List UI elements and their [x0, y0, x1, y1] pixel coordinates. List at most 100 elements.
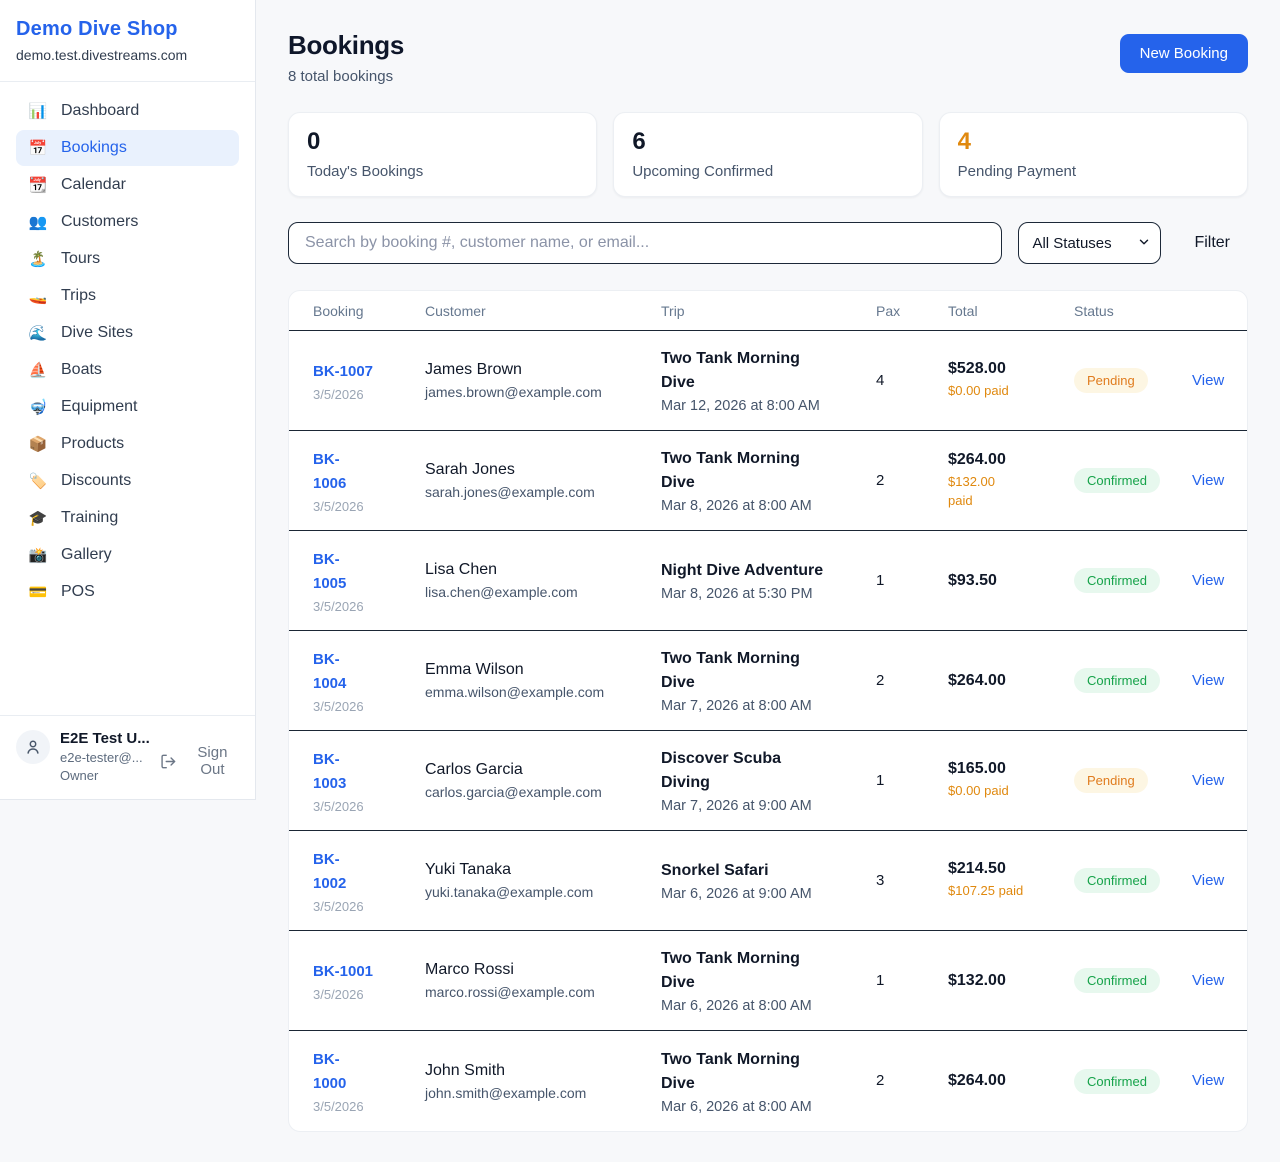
booking-id-link[interactable]: BK-1001: [313, 960, 373, 984]
sidebar-item-gallery[interactable]: 📸 Gallery: [16, 537, 239, 573]
booking-cell: BK- 1004 3/5/2026: [313, 648, 425, 714]
booking-cell: BK-1001 3/5/2026: [313, 960, 425, 1002]
sign-out-button[interactable]: Sign Out: [160, 744, 241, 778]
pax-value: 2: [876, 1072, 884, 1089]
stats-row: 0 Today's Bookings 6 Upcoming Confirmed …: [288, 112, 1248, 197]
sidebar-item-boats[interactable]: ⛵ Boats: [16, 352, 239, 388]
booking-date: 3/5/2026: [313, 1099, 425, 1114]
sidebar-item-dive-sites[interactable]: 🌊 Dive Sites: [16, 315, 239, 351]
sailboat-icon: ⛵: [28, 361, 48, 379]
user-icon: [24, 738, 42, 756]
booking-id-link[interactable]: BK- 1006: [313, 448, 346, 496]
trip-date: Mar 7, 2026 at 9:00 AM: [661, 798, 876, 814]
view-link[interactable]: View: [1192, 672, 1238, 689]
pax-cell: 2: [876, 1072, 948, 1090]
sidebar-item-bookings[interactable]: 📅 Bookings: [16, 130, 239, 166]
trip-cell: Two Tank Morning Dive Mar 12, 2026 at 8:…: [661, 347, 876, 414]
calendar-icon: 📅: [28, 139, 48, 157]
sidebar-item-label: Discounts: [61, 472, 131, 490]
page-header-text: Bookings 8 total bookings: [288, 30, 404, 85]
user-meta: E2E Test U... e2e-tester@... Owner: [60, 730, 150, 783]
booking-id-link[interactable]: BK-1007: [313, 360, 373, 384]
stat-value: 6: [632, 128, 903, 156]
customer-cell: Carlos Garcia carlos.garcia@example.com: [425, 761, 661, 800]
total-amount: $214.50: [948, 860, 1074, 878]
status-cell: Confirmed: [1074, 668, 1192, 693]
view-link[interactable]: View: [1192, 1072, 1238, 1089]
booking-cell: BK- 1005 3/5/2026: [313, 548, 425, 614]
booking-id-link[interactable]: BK- 1000: [313, 1048, 346, 1096]
view-link[interactable]: View: [1192, 972, 1238, 989]
filter-row: All Statuses Filter: [288, 222, 1248, 264]
booking-date: 3/5/2026: [313, 599, 425, 614]
trip-cell: Two Tank Morning Dive Mar 7, 2026 at 8:0…: [661, 647, 876, 714]
camera-icon: 📸: [28, 546, 48, 564]
sidebar-item-tours[interactable]: 🏝️ Tours: [16, 241, 239, 277]
customer-email: yuki.tanaka@example.com: [425, 884, 661, 900]
new-booking-button[interactable]: New Booking: [1120, 34, 1248, 73]
trip-date: Mar 12, 2026 at 8:00 AM: [661, 398, 876, 414]
total-amount: $165.00: [948, 760, 1074, 778]
paid-amount: $107.25 paid: [948, 882, 1074, 901]
credit-card-icon: 💳: [28, 583, 48, 601]
sidebar-item-pos[interactable]: 💳 POS: [16, 574, 239, 610]
pax-cell: 2: [876, 472, 948, 490]
trip-cell: Two Tank Morning Dive Mar 6, 2026 at 8:0…: [661, 1048, 876, 1115]
sidebar-item-label: Equipment: [61, 398, 138, 416]
sidebar-item-calendar[interactable]: 📆 Calendar: [16, 167, 239, 203]
sidebar-item-customers[interactable]: 👥 Customers: [16, 204, 239, 240]
status-cell: Pending: [1074, 368, 1192, 393]
trip-cell: Discover Scuba Diving Mar 7, 2026 at 9:0…: [661, 747, 876, 814]
sidebar-item-label: Calendar: [61, 176, 126, 194]
booking-id-link[interactable]: BK- 1003: [313, 748, 346, 796]
sidebar-item-label: Tours: [61, 250, 100, 268]
sidebar-item-label: Boats: [61, 361, 102, 379]
sidebar-item-products[interactable]: 📦 Products: [16, 426, 239, 462]
view-link[interactable]: View: [1192, 372, 1238, 389]
search-input[interactable]: [288, 222, 1002, 264]
booking-id-link[interactable]: BK- 1004: [313, 648, 346, 696]
view-link[interactable]: View: [1192, 472, 1238, 489]
booking-id-link[interactable]: BK- 1002: [313, 848, 346, 896]
sidebar-item-label: Training: [61, 509, 118, 527]
stat-label: Upcoming Confirmed: [632, 163, 903, 180]
view-link[interactable]: View: [1192, 872, 1238, 889]
col-header-status: Status: [1074, 303, 1192, 319]
view-link[interactable]: View: [1192, 572, 1238, 589]
main-content: Bookings 8 total bookings New Booking 0 …: [256, 0, 1280, 1132]
page-header: Bookings 8 total bookings New Booking: [288, 30, 1248, 85]
trip-date: Mar 8, 2026 at 8:00 AM: [661, 498, 876, 514]
pax-value: 1: [876, 972, 884, 989]
view-cell: View: [1192, 872, 1238, 890]
table-row: BK- 1000 3/5/2026 John Smith john.smith@…: [289, 1031, 1247, 1131]
speedboat-icon: 🚤: [28, 287, 48, 305]
sidebar-item-discounts[interactable]: 🏷️ Discounts: [16, 463, 239, 499]
package-icon: 📦: [28, 435, 48, 453]
sidebar-item-label: Gallery: [61, 546, 112, 564]
sidebar-item-training[interactable]: 🎓 Training: [16, 500, 239, 536]
customer-cell: Emma Wilson emma.wilson@example.com: [425, 661, 661, 700]
col-header-pax: Pax: [876, 303, 948, 319]
customer-cell: Sarah Jones sarah.jones@example.com: [425, 461, 661, 500]
sign-out-label: Sign Out: [184, 744, 241, 778]
table-row: BK-1001 3/5/2026 Marco Rossi marco.rossi…: [289, 931, 1247, 1031]
sidebar-item-trips[interactable]: 🚤 Trips: [16, 278, 239, 314]
status-cell: Confirmed: [1074, 568, 1192, 593]
table-row: BK-1007 3/5/2026 James Brown james.brown…: [289, 331, 1247, 431]
sidebar-item-equipment[interactable]: 🤿 Equipment: [16, 389, 239, 425]
customer-email: james.brown@example.com: [425, 384, 661, 400]
filter-button[interactable]: Filter: [1194, 234, 1230, 252]
booking-id-link[interactable]: BK- 1005: [313, 548, 346, 596]
customer-email: lisa.chen@example.com: [425, 584, 661, 600]
sidebar-item-dashboard[interactable]: 📊 Dashboard: [16, 93, 239, 129]
island-icon: 🏝️: [28, 250, 48, 268]
customer-name: James Brown: [425, 361, 661, 379]
people-icon: 👥: [28, 213, 48, 231]
customer-name: Emma Wilson: [425, 661, 661, 679]
trip-title: Snorkel Safari: [661, 859, 826, 883]
view-link[interactable]: View: [1192, 772, 1238, 789]
sidebar-item-label: Products: [61, 435, 124, 453]
total-cell: $264.00: [948, 672, 1074, 690]
status-select[interactable]: All Statuses: [1018, 222, 1161, 264]
customer-email: emma.wilson@example.com: [425, 684, 661, 700]
